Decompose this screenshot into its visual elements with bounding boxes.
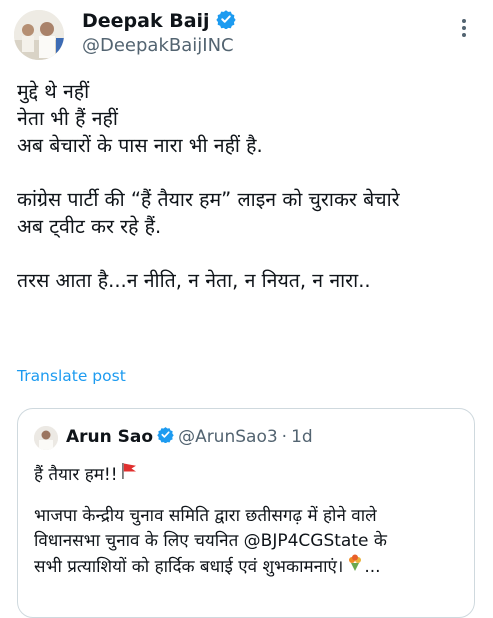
quoted-tweet-card[interactable]: Arun Sao @ArunSao3 · 1d हैं तैयार हम!! भ… [17, 408, 475, 618]
quoted-timestamp[interactable]: 1d [291, 427, 313, 447]
quoted-line: भाजपा केन्द्रीय चुनाव समिति द्वारा छतीसग… [34, 506, 377, 526]
author-handle[interactable]: @DeepakBaijINC [82, 35, 234, 56]
tweet-line: नेता भी हैं नहीं [17, 107, 118, 130]
author-name-row[interactable]: Deepak Baij [82, 9, 236, 33]
quoted-line: विधानसभा चुनाव के लिए चयनित @BJP4CGState… [34, 531, 387, 551]
verified-badge-icon [215, 9, 236, 33]
quoted-line-text: हैं तैयार हम!! [34, 465, 118, 485]
quoted-author-avatar[interactable] [34, 426, 58, 450]
quoted-display-name[interactable]: Arun Sao [66, 427, 153, 447]
quoted-line: सभी प्रत्याशियों को हार्दिक बधाई एवं शुभ… [34, 554, 464, 580]
tweet-line: अब बेचारों के पास नारा भी नहीं है. [17, 134, 263, 157]
tweet-line: मुद्दे थे नहीं [17, 80, 90, 103]
dot-separator: · [281, 427, 288, 447]
quoted-line: हैं तैयार हम!! [34, 462, 464, 488]
more-options-icon[interactable] [461, 18, 467, 42]
translate-post-link[interactable]: Translate post [17, 367, 126, 385]
author-avatar[interactable] [14, 10, 64, 60]
quoted-truncation: ... [364, 557, 381, 577]
quoted-line-text: सभी प्रत्याशियों को हार्दिक बधाई एवं शुभ… [34, 557, 344, 577]
quoted-verified-badge-icon [157, 426, 174, 448]
tweet-line: अब ट्वीट कर रहे हैं. [17, 215, 162, 238]
tweet-line: कांग्रेस पार्टी की “हैं तैयार हम” लाइन क… [17, 188, 400, 211]
author-display-name[interactable]: Deepak Baij [82, 10, 210, 32]
tweet-line: तरस आता है...न नीति, न नेता, न नियत, न न… [17, 269, 371, 292]
quoted-tweet-text: हैं तैयार हम!! भाजपा केन्द्रीय चुनाव समि… [34, 462, 464, 580]
tweet-text: मुद्दे थे नहीं नेता भी हैं नहीं अब बेचार… [17, 78, 482, 294]
bouquet-icon [346, 554, 364, 580]
red-flag-icon [121, 462, 137, 488]
quoted-header[interactable]: Arun Sao @ArunSao3 · 1d [66, 426, 313, 448]
quoted-handle[interactable]: @ArunSao3 [178, 427, 278, 447]
